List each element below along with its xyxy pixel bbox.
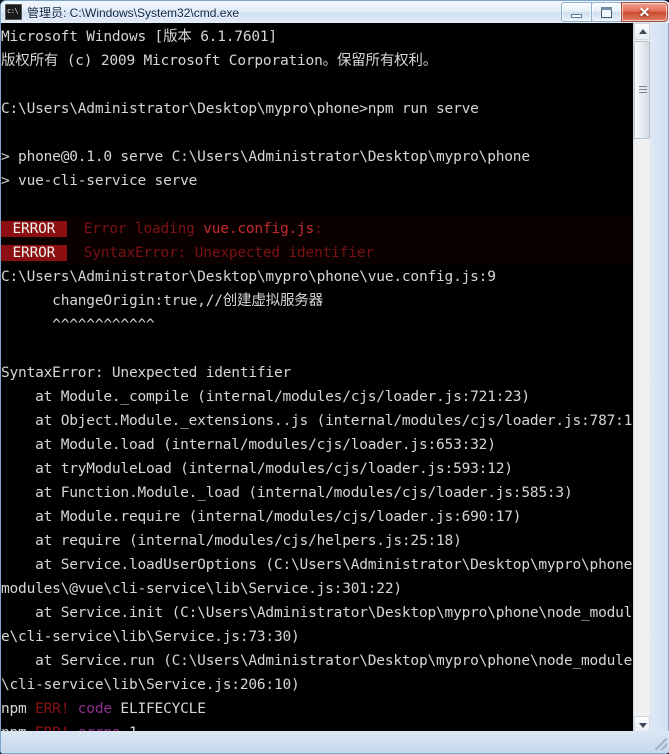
- console-text: at Service.loadUserOptions (C:\Users\Adm…: [1, 557, 635, 573]
- maximize-button[interactable]: [591, 2, 622, 22]
- console-text: vue.config.js: [203, 221, 315, 237]
- console-line: at Module._compile (internal/modules/cjs…: [1, 385, 635, 409]
- console-text: ELIFECYCLE: [111, 701, 206, 717]
- console-output-area[interactable]: Microsoft Windows [版本 6.1.7601] 版权所有 (c) …: [1, 23, 635, 733]
- console-line: at Service.init (C:\Users\Administrator\…: [1, 601, 635, 625]
- console-text: Microsoft Windows [版本 6.1.7601]: [1, 29, 277, 45]
- console-line: at Service.loadUserOptions (C:\Users\Adm…: [1, 553, 635, 577]
- console-line: at Module.load (internal/modules/cjs/loa…: [1, 433, 635, 457]
- minimize-icon: [571, 14, 582, 18]
- console-text: C:\Users\Administrator\Desktop\mypro\pho…: [1, 269, 496, 285]
- console-text: at Service.run (C:\Users\Administrator\D…: [1, 653, 635, 669]
- console-line: npm ERR! code ELIFECYCLE: [1, 697, 635, 721]
- console-text: e\cli-service\lib\Service.js:73:30): [1, 629, 300, 645]
- console-text: ERROR: [1, 221, 67, 237]
- console-text: at Function.Module._load (internal/modul…: [1, 485, 573, 501]
- console-text: code: [77, 701, 112, 717]
- scrollbar-thumb[interactable]: [634, 41, 650, 139]
- console-line: e\cli-service\lib\Service.js:73:30): [1, 625, 635, 649]
- console-line: modules\@vue\cli-service\lib\Service.js:…: [1, 577, 635, 601]
- console-text: 版权所有 (c) 2009 Microsoft Corporation。保留所有…: [1, 53, 438, 69]
- console-line: \cli-service\lib\Service.js:206:10): [1, 673, 635, 697]
- console-line: Microsoft Windows [版本 6.1.7601]: [1, 25, 635, 49]
- console-text: \cli-service\lib\Service.js:206:10): [1, 677, 300, 693]
- close-button[interactable]: ✕: [621, 2, 668, 22]
- console-text: SyntaxError: Unexpected identifier: [66, 245, 374, 261]
- window-titlebar[interactable]: 管理员: C:\Windows\System32\cmd.exe ✕: [1, 1, 669, 23]
- console-text: ^^^^^^^^^^^^: [1, 317, 155, 333]
- scroll-up-button[interactable]: [634, 23, 650, 40]
- console-text: SyntaxError: Unexpected identifier: [1, 365, 292, 381]
- console-line: at Module.require (internal/modules/cjs/…: [1, 505, 635, 529]
- console-text: at Module.load (internal/modules/cjs/loa…: [1, 437, 496, 453]
- console-text: at Module._compile (internal/modules/cjs…: [1, 389, 530, 405]
- window-controls: ✕: [561, 2, 668, 22]
- console-line: at tryModuleLoad (internal/modules/cjs/l…: [1, 457, 635, 481]
- minimize-button[interactable]: [561, 2, 592, 22]
- console-line: C:\Users\Administrator\Desktop\mypro\pho…: [1, 97, 635, 121]
- console-text: Error loading: [66, 221, 204, 237]
- console-lines: Microsoft Windows [版本 6.1.7601] 版权所有 (c) …: [1, 25, 635, 733]
- console-text: ERR!: [35, 701, 70, 717]
- console-line: ERROR Error loading vue.config.js:: [1, 217, 635, 241]
- vertical-scrollbar[interactable]: [633, 23, 650, 733]
- cmd-icon[interactable]: [5, 4, 22, 20]
- console-line: ERROR SyntaxError: Unexpected identifier: [1, 241, 635, 265]
- console-text: :: [314, 221, 323, 237]
- console-line: at Service.run (C:\Users\Administrator\D…: [1, 649, 635, 673]
- console-text: > vue-cli-service serve: [1, 173, 198, 189]
- cmd-window: 管理员: C:\Windows\System32\cmd.exe ✕ Micro…: [0, 0, 669, 754]
- console-text: at Object.Module._extensions..js (intern…: [1, 413, 635, 429]
- console-line: > vue-cli-service serve: [1, 169, 635, 193]
- restore-icon: [601, 7, 612, 18]
- close-icon: ✕: [638, 4, 651, 20]
- console-line: ^^^^^^^^^^^^: [1, 313, 635, 337]
- scroll-down-icon: [639, 723, 647, 728]
- window-bottom-frame: [1, 731, 669, 753]
- console-text: modules\@vue\cli-service\lib\Service.js:…: [1, 581, 402, 597]
- console-text: at Service.init (C:\Users\Administrator\…: [1, 605, 635, 621]
- console-line: C:\Users\Administrator\Desktop\mypro\pho…: [1, 265, 635, 289]
- console-text: at require (internal/modules/cjs/helpers…: [1, 533, 462, 549]
- console-text: > phone@0.1.0 serve C:\Users\Administrat…: [1, 149, 530, 165]
- console-line: SyntaxError: Unexpected identifier: [1, 361, 635, 385]
- console-line: 版权所有 (c) 2009 Microsoft Corporation。保留所有…: [1, 49, 635, 73]
- console-line: changeOrigin:true,//创建虚拟服务器: [1, 289, 635, 313]
- console-text: changeOrigin:true,//创建虚拟服务器: [1, 293, 323, 309]
- scroll-up-icon: [639, 29, 647, 34]
- console-line: at Function.Module._load (internal/modul…: [1, 481, 635, 505]
- console-text: C:\Users\Administrator\Desktop\mypro\pho…: [1, 101, 479, 117]
- console-line: > phone@0.1.0 serve C:\Users\Administrat…: [1, 145, 635, 169]
- window-right-frame: [650, 23, 668, 733]
- console-text: at Module.require (internal/modules/cjs/…: [1, 509, 522, 525]
- console-text: at tryModuleLoad (internal/modules/cjs/l…: [1, 461, 513, 477]
- console-text: ERROR: [1, 245, 67, 261]
- console-line: at require (internal/modules/cjs/helpers…: [1, 529, 635, 553]
- console-line: at Object.Module._extensions..js (intern…: [1, 409, 635, 433]
- console-text: npm: [1, 701, 36, 717]
- resize-grip[interactable]: [655, 738, 667, 750]
